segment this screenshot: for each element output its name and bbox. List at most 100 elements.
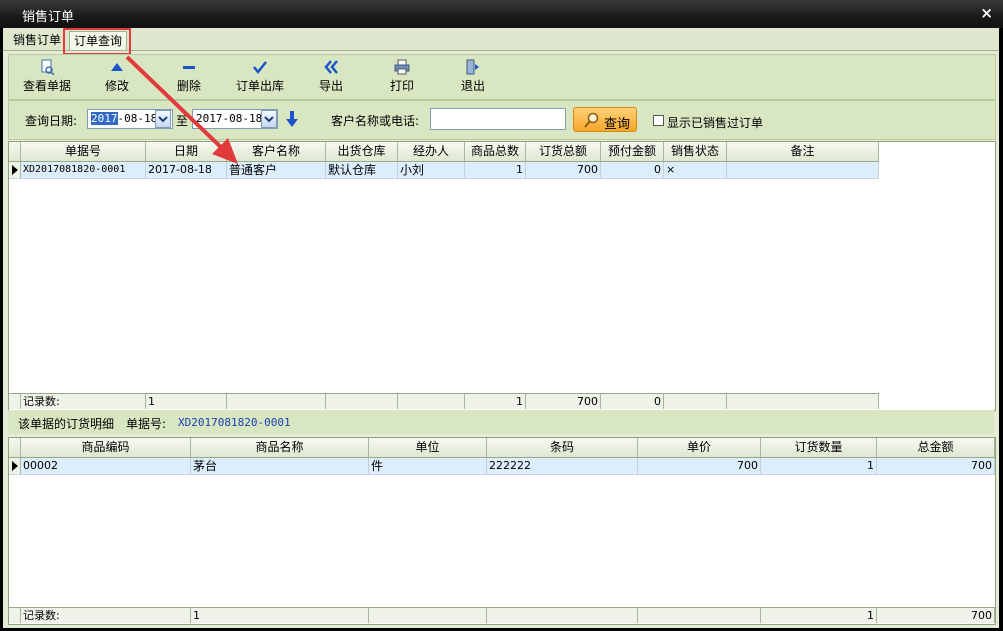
detail-title: 该单据的订货明细 bbox=[18, 417, 115, 431]
title-bar[interactable]: 销售订单 × bbox=[0, 0, 1003, 29]
printer-icon bbox=[394, 59, 410, 75]
col-header-order-total[interactable]: 订货总额 bbox=[526, 142, 601, 161]
cell-date: 2017-08-18 bbox=[146, 162, 227, 178]
items-grid: 商品编码 商品名称 单位 条码 单价 订货数量 总金额 00002 茅台 件 2… bbox=[8, 437, 996, 625]
view-doc-label: 查看单据 bbox=[22, 79, 71, 93]
order-outbound-label: 订单出库 bbox=[235, 79, 284, 93]
edit-button[interactable]: 修改 bbox=[87, 59, 147, 94]
col-header-total-amount[interactable]: 总金额 bbox=[877, 438, 995, 457]
items-grid-header: 商品编码 商品名称 单位 条码 单价 订货数量 总金额 bbox=[9, 438, 995, 458]
date-from-selected-text: 2017 bbox=[91, 112, 118, 125]
cell-doc-no: XD2017081820-0001 bbox=[21, 162, 146, 178]
footer-record-label: 记录数: bbox=[21, 394, 146, 409]
date-from-dropdown-button[interactable] bbox=[155, 110, 171, 128]
customer-label: 客户名称或电话: bbox=[331, 114, 420, 128]
footer-record-label: 记录数: bbox=[21, 608, 191, 623]
double-chevron-left-icon bbox=[324, 60, 338, 74]
cell-prepaid: 0 bbox=[601, 162, 664, 178]
show-sold-label: 显示已销售过订单 bbox=[667, 116, 764, 130]
export-label: 导出 bbox=[318, 79, 343, 93]
footer-order-qty: 1 bbox=[761, 608, 877, 623]
cell-barcode: 222222 bbox=[487, 458, 638, 474]
cell-total-amount: 700 bbox=[877, 458, 995, 474]
col-header-warehouse[interactable]: 出货仓库 bbox=[326, 142, 398, 161]
cell-sale-status: × bbox=[664, 162, 727, 178]
print-button[interactable]: 打印 bbox=[372, 59, 432, 94]
edit-label: 修改 bbox=[104, 79, 129, 93]
col-header-item-name[interactable]: 商品名称 bbox=[191, 438, 369, 457]
footer-cell bbox=[664, 394, 727, 409]
delete-label: 删除 bbox=[176, 79, 201, 93]
orders-footer-row: 记录数: 1 1 700 0 bbox=[9, 393, 879, 409]
detail-caption-bar: 该单据的订货明细 单据号: XD2017081820-0001 bbox=[8, 410, 994, 434]
orders-grid: 单据号 日期 客户名称 出货仓库 经办人 商品总数 订货总额 预付金额 销售状态… bbox=[8, 141, 996, 411]
date-from-rest-text: -08-18 bbox=[117, 112, 158, 125]
col-header-handler[interactable]: 经办人 bbox=[398, 142, 465, 161]
view-doc-button[interactable]: 查看单据 bbox=[17, 59, 77, 94]
cell-order-qty: 1 bbox=[761, 458, 877, 474]
tab-strip: 销售订单 订单查询 bbox=[3, 28, 999, 51]
col-header-order-qty[interactable]: 订货数量 bbox=[761, 438, 877, 457]
customer-search-input[interactable] bbox=[430, 108, 566, 130]
row-pointer-icon bbox=[9, 458, 21, 474]
cell-item-code: 00002 bbox=[21, 458, 191, 474]
date-to-dropdown-button[interactable] bbox=[261, 110, 277, 128]
window-title: 销售订单 bbox=[22, 10, 75, 25]
col-header-total-qty[interactable]: 商品总数 bbox=[465, 142, 526, 161]
footer-total-amount: 700 bbox=[877, 608, 995, 623]
triangle-up-icon bbox=[111, 63, 123, 71]
export-button[interactable]: 导出 bbox=[301, 59, 361, 94]
col-header-doc-no[interactable]: 单据号 bbox=[21, 142, 146, 161]
show-sold-checkbox[interactable] bbox=[653, 115, 664, 126]
arrow-down-icon[interactable] bbox=[285, 110, 299, 128]
checkmark-icon bbox=[253, 61, 267, 75]
col-header-unit[interactable]: 单位 bbox=[369, 438, 487, 457]
exit-label: 退出 bbox=[460, 79, 485, 93]
col-header-item-code[interactable]: 商品编码 bbox=[21, 438, 191, 457]
footer-order-total: 700 bbox=[526, 394, 601, 409]
col-header-prepaid[interactable]: 预付金额 bbox=[601, 142, 664, 161]
chevron-down-icon bbox=[158, 116, 168, 123]
cell-item-name: 茅台 bbox=[191, 458, 369, 474]
footer-total-qty: 1 bbox=[465, 394, 526, 409]
col-header-customer[interactable]: 客户名称 bbox=[227, 142, 326, 161]
window-frame-left bbox=[0, 28, 3, 631]
footer-pad bbox=[9, 394, 21, 409]
footer-cell bbox=[326, 394, 398, 409]
delete-button[interactable]: 删除 bbox=[159, 59, 219, 94]
exit-button[interactable]: 退出 bbox=[443, 59, 503, 94]
detail-doc-no-value: XD2017081820-0001 bbox=[178, 416, 291, 429]
cell-unit-price: 700 bbox=[638, 458, 761, 474]
minus-icon bbox=[183, 66, 195, 69]
order-outbound-button[interactable]: 订单出库 bbox=[230, 59, 290, 94]
footer-prepaid: 0 bbox=[601, 394, 664, 409]
col-header-unit-price[interactable]: 单价 bbox=[638, 438, 761, 457]
footer-record-count: 1 bbox=[146, 394, 227, 409]
sales-order-window: 销售订单 × 销售订单 订单查询 查看单据 修改 删除 订单出库 导出 打印 退… bbox=[0, 0, 1003, 631]
cell-order-total: 700 bbox=[526, 162, 601, 178]
to-label: 至 bbox=[176, 114, 189, 128]
footer-cell bbox=[638, 608, 761, 623]
date-label: 查询日期: bbox=[25, 114, 78, 128]
cell-total-qty: 1 bbox=[465, 162, 526, 178]
print-label: 打印 bbox=[389, 79, 414, 93]
cell-handler: 小刘 bbox=[398, 162, 465, 178]
tab-order-query[interactable]: 订单查询 bbox=[69, 31, 128, 50]
close-icon[interactable]: × bbox=[980, 4, 993, 22]
exit-door-icon bbox=[466, 59, 479, 75]
table-row[interactable]: 00002 茅台 件 222222 700 1 700 bbox=[9, 458, 995, 475]
toolbar: 查看单据 修改 删除 订单出库 导出 打印 退出 bbox=[8, 54, 996, 100]
detail-doc-no-label: 单据号: bbox=[126, 417, 167, 431]
row-indicator-header bbox=[9, 438, 21, 457]
footer-record-count: 1 bbox=[191, 608, 369, 623]
footer-cell bbox=[487, 608, 638, 623]
col-header-remarks[interactable]: 备注 bbox=[727, 142, 879, 161]
search-button[interactable]: 查询 bbox=[573, 107, 637, 132]
filter-bar: 查询日期: 2017-08-18 至 2017-08-18 客户名称或电话: 查… bbox=[8, 100, 996, 140]
table-row[interactable]: XD2017081820-0001 2017-08-18 普通客户 默认仓库 小… bbox=[9, 162, 879, 179]
col-header-barcode[interactable]: 条码 bbox=[487, 438, 638, 457]
magnifier-icon bbox=[584, 112, 599, 128]
tab-sales-order[interactable]: 销售订单 bbox=[9, 31, 65, 49]
col-header-date[interactable]: 日期 bbox=[146, 142, 227, 161]
col-header-sale-status[interactable]: 销售状态 bbox=[664, 142, 727, 161]
